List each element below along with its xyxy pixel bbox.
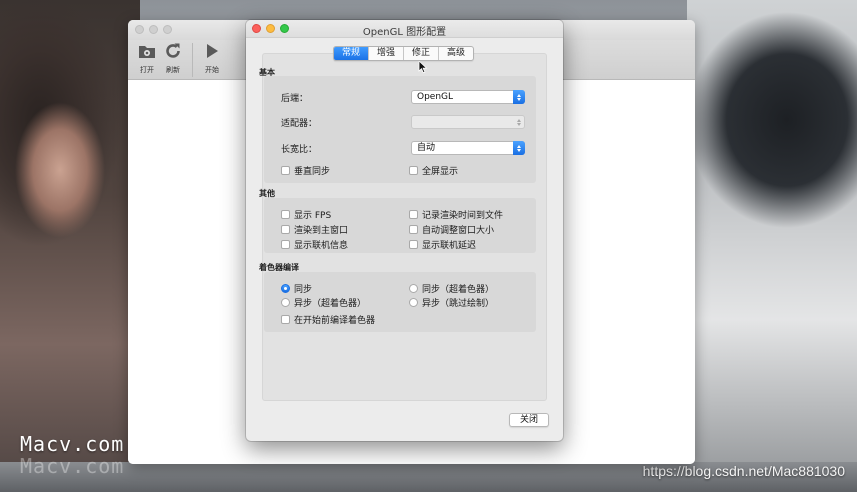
radio-dot bbox=[281, 298, 290, 307]
open-label: 打开 bbox=[140, 66, 154, 74]
tab-general[interactable]: 常规 bbox=[334, 47, 369, 60]
show-fps-label: 显示 FPS bbox=[294, 211, 332, 221]
auto-resize-checkbox[interactable]: 自动调整窗口大小 bbox=[409, 223, 494, 236]
checkbox-box bbox=[409, 225, 418, 234]
chevron-updown-icon bbox=[513, 90, 525, 104]
blog-credit: https://blog.csdn.net/Mac881030 bbox=[642, 463, 845, 479]
backend-value: OpenGL bbox=[417, 92, 454, 102]
adapter-label: 适配器： bbox=[281, 119, 318, 129]
vsync-checkbox[interactable]: 垂直同步 bbox=[281, 164, 330, 177]
checkbox-box bbox=[281, 225, 290, 234]
auto-resize-label: 自动调整窗口大小 bbox=[422, 226, 495, 236]
main-window-controls bbox=[135, 25, 172, 34]
log-render-time-label: 记录渲染时间到文件 bbox=[422, 211, 504, 221]
checkbox-box bbox=[281, 315, 290, 324]
refresh-label: 刷新 bbox=[166, 66, 180, 74]
show-netplay-info-label: 显示联机信息 bbox=[294, 241, 349, 251]
backend-label: 后端： bbox=[281, 94, 309, 104]
show-netplay-ping-label: 显示联机延迟 bbox=[422, 241, 477, 251]
mouse-cursor-icon bbox=[418, 60, 428, 74]
checkbox-box bbox=[281, 240, 290, 249]
close-button[interactable]: 关闭 bbox=[509, 413, 549, 427]
aspect-value: 自动 bbox=[417, 143, 436, 153]
show-netplay-ping-checkbox[interactable]: 显示联机延迟 bbox=[409, 238, 476, 251]
async-uber-label: 异步（超着色器） bbox=[294, 299, 367, 309]
log-render-time-checkbox[interactable]: 记录渲染时间到文件 bbox=[409, 208, 503, 221]
vsync-label: 垂直同步 bbox=[294, 167, 331, 177]
chevron-updown-icon bbox=[513, 141, 525, 155]
tab-advanced[interactable]: 高级 bbox=[438, 47, 473, 60]
refresh-icon bbox=[164, 42, 182, 60]
main-close-button[interactable] bbox=[135, 25, 144, 34]
tab-bar: 常规 增强 修正 高级 bbox=[333, 46, 475, 61]
watermark-text: Macv.com bbox=[20, 432, 125, 456]
radio-dot bbox=[409, 298, 418, 307]
wallpaper-left-figure bbox=[0, 0, 140, 492]
opengl-config-dialog: OpenGL 图形配置 常规 增强 修正 高级 基本 后端： OpenGL 适配… bbox=[246, 20, 563, 441]
sync-label: 同步 bbox=[294, 285, 313, 295]
precompile-label: 在开始前编译着色器 bbox=[294, 316, 376, 326]
async-skip-label: 异步（跳过绘制） bbox=[422, 299, 495, 309]
checkbox-box bbox=[281, 210, 290, 219]
refresh-button[interactable]: 刷新 bbox=[160, 40, 186, 80]
aspect-label: 长宽比： bbox=[281, 145, 318, 155]
async-uber-radio[interactable]: 异步（超着色器） bbox=[281, 296, 366, 309]
render-main-window-checkbox[interactable]: 渲染到主窗口 bbox=[281, 223, 348, 236]
adapter-select[interactable] bbox=[411, 115, 525, 129]
sync-uber-label: 同步（超着色器） bbox=[422, 285, 495, 295]
checkbox-box bbox=[409, 210, 418, 219]
backend-select[interactable]: OpenGL bbox=[411, 90, 525, 104]
aspect-select[interactable]: 自动 bbox=[411, 141, 525, 155]
fullscreen-checkbox[interactable]: 全屏显示 bbox=[409, 164, 458, 177]
sync-radio[interactable]: 同步 bbox=[281, 282, 312, 295]
dialog-titlebar: OpenGL 图形配置 bbox=[246, 20, 563, 38]
play-icon bbox=[205, 42, 219, 60]
async-skip-radio[interactable]: 异步（跳过绘制） bbox=[409, 296, 494, 309]
precompile-shaders-checkbox[interactable]: 在开始前编译着色器 bbox=[281, 313, 375, 326]
wallpaper-right-figure bbox=[687, 0, 857, 492]
checkbox-box bbox=[281, 166, 290, 175]
watermark-reflection: Macv.com bbox=[20, 454, 125, 478]
main-zoom-button[interactable] bbox=[163, 25, 172, 34]
radio-dot bbox=[281, 284, 290, 293]
checkbox-box bbox=[409, 240, 418, 249]
open-folder-icon bbox=[138, 42, 156, 60]
chevron-updown-icon bbox=[513, 115, 525, 129]
main-minimize-button[interactable] bbox=[149, 25, 158, 34]
show-netplay-info-checkbox[interactable]: 显示联机信息 bbox=[281, 238, 348, 251]
radio-dot bbox=[409, 284, 418, 293]
dialog-title: OpenGL 图形配置 bbox=[362, 27, 447, 38]
start-button[interactable]: 开始 bbox=[199, 40, 225, 80]
start-label: 开始 bbox=[205, 66, 219, 74]
show-fps-checkbox[interactable]: 显示 FPS bbox=[281, 208, 331, 221]
open-button[interactable]: 打开 bbox=[134, 40, 160, 80]
checkbox-box bbox=[409, 166, 418, 175]
tab-hacks[interactable]: 修正 bbox=[403, 47, 438, 60]
toolbar-separator bbox=[192, 43, 193, 77]
fullscreen-label: 全屏显示 bbox=[422, 167, 459, 177]
sync-uber-radio[interactable]: 同步（超着色器） bbox=[409, 282, 494, 295]
tab-enhancements[interactable]: 增强 bbox=[368, 47, 403, 60]
render-main-window-label: 渲染到主窗口 bbox=[294, 226, 349, 236]
